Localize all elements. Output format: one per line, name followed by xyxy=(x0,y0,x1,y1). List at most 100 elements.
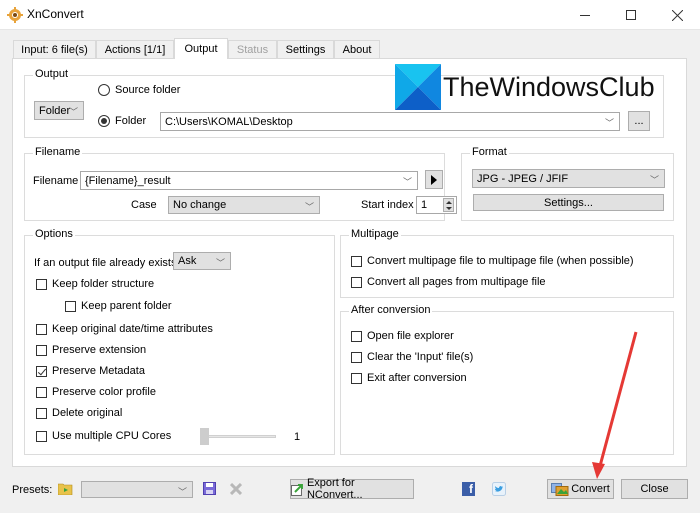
checkbox-label: Delete original xyxy=(52,407,123,419)
watermark-logo-icon xyxy=(395,64,441,110)
cpu-cores-slider-thumb[interactable] xyxy=(200,428,209,445)
twitter-icon[interactable] xyxy=(492,482,506,496)
checkbox-box[interactable] xyxy=(36,407,47,419)
format-settings-button[interactable]: Settings... xyxy=(473,194,664,211)
tab-settings[interactable]: Settings xyxy=(277,40,334,59)
spinner-arrows[interactable] xyxy=(443,198,454,212)
checkbox-label: Preserve Metadata xyxy=(52,365,145,377)
preserve-extension-checkbox[interactable]: Preserve extension xyxy=(36,344,146,356)
cpu-cores-value: 1 xyxy=(294,431,301,443)
close-window-button[interactable] xyxy=(654,0,700,30)
radio-source-folder-indicator[interactable] xyxy=(98,84,110,96)
checkbox-box[interactable] xyxy=(65,300,76,312)
window-title: XnConvert xyxy=(27,7,84,21)
watermark-text: TheWindowsClub xyxy=(443,71,655,102)
minimize-button[interactable] xyxy=(562,0,608,30)
format-group: Format JPG - JPEG / JFIF ﹀ Settings... xyxy=(461,146,674,221)
clear-input-files-checkbox[interactable]: Clear the 'Input' file(s) xyxy=(351,351,473,363)
filename-tokens-button[interactable] xyxy=(425,170,443,189)
checkbox-label: Clear the 'Input' file(s) xyxy=(367,351,474,363)
browse-folder-button[interactable]: ... xyxy=(628,111,650,131)
file-exists-select[interactable]: Ask ﹀ xyxy=(173,252,231,270)
delete-preset-icon[interactable] xyxy=(230,483,242,495)
open-file-explorer-checkbox[interactable]: Open file explorer xyxy=(351,330,454,342)
maximize-button[interactable] xyxy=(608,0,654,30)
checkbox-box[interactable] xyxy=(351,330,362,342)
checkbox-box[interactable] xyxy=(351,351,362,363)
format-select[interactable]: JPG - JPEG / JFIF ﹀ xyxy=(472,169,665,188)
filename-group: Filename Filename {Filename}_result ﹀ Ca… xyxy=(24,146,457,221)
checkbox-box[interactable] xyxy=(36,323,47,335)
filename-group-title: Filename xyxy=(33,146,83,158)
exit-after-conversion-checkbox[interactable]: Exit after conversion xyxy=(351,372,467,384)
convert-button[interactable]: Convert xyxy=(547,479,614,499)
tab-about[interactable]: About xyxy=(334,40,380,59)
radio-source-folder-label: Source folder xyxy=(115,84,181,96)
checkbox-box[interactable] xyxy=(36,278,47,290)
spin-down-icon[interactable] xyxy=(445,206,452,210)
radio-source-folder[interactable]: Source folder xyxy=(98,84,180,96)
tab-input[interactable]: Input: 6 file(s) xyxy=(13,40,96,59)
convert-multipage-checkbox[interactable]: Convert multipage file to multipage file… xyxy=(351,255,634,267)
close-button[interactable]: Close xyxy=(621,479,688,499)
tab-output[interactable]: Output xyxy=(174,38,228,59)
export-icon xyxy=(291,483,303,496)
radio-folder-label: Folder xyxy=(115,115,147,127)
checkbox-label: Keep parent folder xyxy=(81,300,172,312)
chevron-down-icon: ﹀ xyxy=(304,202,314,212)
file-exists-value: Ask xyxy=(178,255,197,267)
spin-up-icon[interactable] xyxy=(445,200,452,204)
folder-path-input[interactable]: C:\Users\KOMAL\Desktop ﹀ xyxy=(160,112,620,131)
checkbox-label: Use multiple CPU Cores xyxy=(52,430,172,442)
multiple-cpu-cores-checkbox[interactable]: Use multiple CPU Cores xyxy=(36,430,171,442)
output-group-title: Output xyxy=(33,68,71,80)
export-nconvert-button[interactable]: Export for NConvert... xyxy=(290,477,414,501)
convert-label: Convert xyxy=(571,483,610,495)
case-select[interactable]: No change ﹀ xyxy=(168,196,320,214)
radio-folder[interactable]: Folder xyxy=(98,115,146,127)
checkbox-box[interactable] xyxy=(36,344,47,356)
checkbox-label: Keep folder structure xyxy=(52,278,155,290)
checkbox-label: Convert all pages from multipage file xyxy=(367,276,546,288)
cpu-cores-slider-track[interactable] xyxy=(200,435,276,438)
tab-status: Status xyxy=(228,40,277,59)
output-type-select[interactable]: Folder ﹀ xyxy=(34,101,84,120)
chevron-down-icon: ﹀ xyxy=(68,107,78,117)
filename-label: Filename xyxy=(33,175,79,187)
presets-label: Presets: xyxy=(12,484,53,496)
chevron-down-icon: ﹀ xyxy=(604,118,614,128)
start-index-spinner[interactable]: 1 xyxy=(416,196,457,214)
multipage-group: Multipage Convert multipage file to mult… xyxy=(340,228,674,298)
chevron-down-icon: ﹀ xyxy=(177,487,187,497)
preserve-color-profile-checkbox[interactable]: Preserve color profile xyxy=(36,386,156,398)
output-type-value: Folder xyxy=(39,104,71,117)
presets-select[interactable]: ﹀ xyxy=(81,481,193,498)
delete-original-checkbox[interactable]: Delete original xyxy=(36,407,122,419)
folder-path-value: C:\Users\KOMAL\Desktop xyxy=(165,115,293,128)
checkbox-box[interactable] xyxy=(36,430,47,442)
format-value: JPG - JPEG / JFIF xyxy=(477,172,569,185)
preserve-metadata-checkbox[interactable]: Preserve Metadata xyxy=(36,365,145,377)
after-conversion-group: After conversion Open file explorer Clea… xyxy=(340,304,674,455)
filename-pattern-input[interactable]: {Filename}_result ﹀ xyxy=(80,171,418,190)
checkbox-box-checked[interactable] xyxy=(36,365,47,377)
start-index-label: Start index xyxy=(361,199,414,211)
keep-parent-folder-checkbox[interactable]: Keep parent folder xyxy=(65,300,172,312)
checkbox-label: Exit after conversion xyxy=(367,372,467,384)
title-bar: XnConvert xyxy=(0,0,700,30)
checkbox-box[interactable] xyxy=(36,386,47,398)
save-preset-icon[interactable] xyxy=(203,482,216,495)
checkbox-box[interactable] xyxy=(351,372,362,384)
open-preset-folder-icon[interactable] xyxy=(58,482,73,495)
facebook-icon[interactable]: f xyxy=(462,482,475,496)
convert-all-pages-checkbox[interactable]: Convert all pages from multipage file xyxy=(351,276,546,288)
keep-folder-structure-checkbox[interactable]: Keep folder structure xyxy=(36,278,154,290)
checkbox-box[interactable] xyxy=(351,255,362,267)
checkbox-box[interactable] xyxy=(351,276,362,288)
close-icon xyxy=(671,9,683,21)
radio-folder-indicator[interactable] xyxy=(98,115,110,127)
tab-actions[interactable]: Actions [1/1] xyxy=(96,40,174,59)
keep-date-attributes-checkbox[interactable]: Keep original date/time attributes xyxy=(36,323,213,335)
convert-icon xyxy=(551,482,569,496)
filename-pattern-value: {Filename}_result xyxy=(85,174,171,187)
